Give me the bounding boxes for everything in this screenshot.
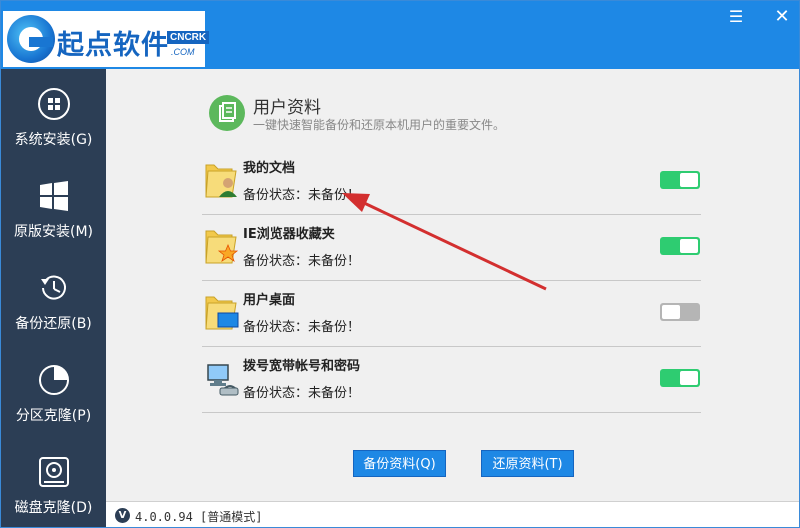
version-text: 4.0.0.94 [普通模式] [135, 510, 263, 524]
backup-data-button[interactable]: 备份资料(Q) [353, 450, 446, 477]
desktop-folder-icon [205, 296, 239, 330]
app-window: 起点软件 CNCRK .COM ☰ ✕ 系统安装(G) 原版安装(M) 备份还原… [0, 0, 800, 528]
favorites-folder-icon [205, 230, 239, 264]
toggle-dialup-account[interactable] [660, 369, 700, 387]
toggle-knob [662, 305, 680, 319]
app-logo: 起点软件 CNCRK .COM [3, 11, 210, 67]
row-name: 拨号宽带帐号和密码 [243, 359, 361, 374]
logo-mark-icon [7, 15, 55, 63]
sidebar-item-label: 磁盘克隆(D) [14, 500, 93, 516]
page-subtitle: 一键快速智能备份和还原本机用户的重要文件。 [253, 118, 506, 132]
list-item: 用户桌面 备份状态：未备份！ [202, 281, 701, 347]
toggle-ie-favorites[interactable] [660, 237, 700, 255]
sidebar-item-label: 原版安装(M) [13, 224, 93, 240]
sidebar-item-backup-restore[interactable]: 备份还原(B) [1, 253, 106, 345]
close-icon[interactable]: ✕ [771, 7, 793, 27]
row-name: IE浏览器收藏夹 [243, 227, 335, 242]
pie-chart-icon [39, 365, 69, 395]
user-data-icon [209, 95, 245, 131]
sidebar-item-disk-clone[interactable]: 磁盘克隆(D) [1, 437, 106, 527]
toggle-knob [680, 371, 698, 385]
status-bar: V 4.0.0.94 [普通模式] [106, 501, 799, 527]
toggle-knob [680, 173, 698, 187]
list-item: 拨号宽带帐号和密码 备份状态：未备份！ [202, 347, 701, 413]
windows-disk-icon [38, 88, 70, 120]
dialup-network-icon [207, 364, 239, 396]
list-item: IE浏览器收藏夹 备份状态：未备份！ [202, 215, 701, 281]
row-name: 我的文档 [243, 161, 296, 176]
menu-icon[interactable]: ☰ [725, 7, 747, 27]
sidebar-item-system-install[interactable]: 系统安装(G) [1, 69, 106, 161]
row-status: 备份状态：未备份！ [243, 320, 361, 335]
toggle-user-desktop[interactable] [660, 303, 700, 321]
sidebar-item-original-install[interactable]: 原版安装(M) [1, 161, 106, 253]
toggle-knob [680, 239, 698, 253]
sidebar-item-label: 系统安装(G) [14, 132, 93, 148]
history-icon [41, 275, 66, 300]
disk-clone-icon [39, 457, 69, 487]
sidebar-item-partition-clone[interactable]: 分区克隆(P) [1, 345, 106, 437]
page-title: 用户资料 [253, 98, 321, 118]
toggle-my-documents[interactable] [660, 171, 700, 189]
row-status: 备份状态：未备份！ [243, 254, 361, 269]
row-status: 备份状态：未备份！ [243, 386, 361, 401]
row-status: 备份状态：未备份！ [243, 188, 361, 203]
logo-badge: CNCRK [167, 31, 210, 44]
my-documents-folder-icon [205, 164, 237, 198]
list-item: 我的文档 备份状态：未备份！ [202, 149, 701, 215]
title-bar: 起点软件 CNCRK .COM ☰ ✕ [1, 1, 799, 69]
sidebar-item-label: 备份还原(B) [15, 316, 92, 332]
windows-logo-icon [40, 181, 68, 211]
version-icon: V [115, 508, 130, 523]
restore-data-button[interactable]: 还原资料(T) [481, 450, 574, 477]
logo-com: .COM [171, 47, 195, 57]
main-panel: 用户资料 一键快速智能备份和还原本机用户的重要文件。 我的文档 备份状态：未备份… [106, 69, 799, 501]
row-name: 用户桌面 [243, 293, 296, 308]
sidebar: 系统安装(G) 原版安装(M) 备份还原(B) 分区克隆(P) 磁盘克隆(D) [1, 69, 106, 527]
sidebar-item-label: 分区克隆(P) [15, 408, 92, 424]
logo-text: 起点软件 [57, 30, 169, 61]
